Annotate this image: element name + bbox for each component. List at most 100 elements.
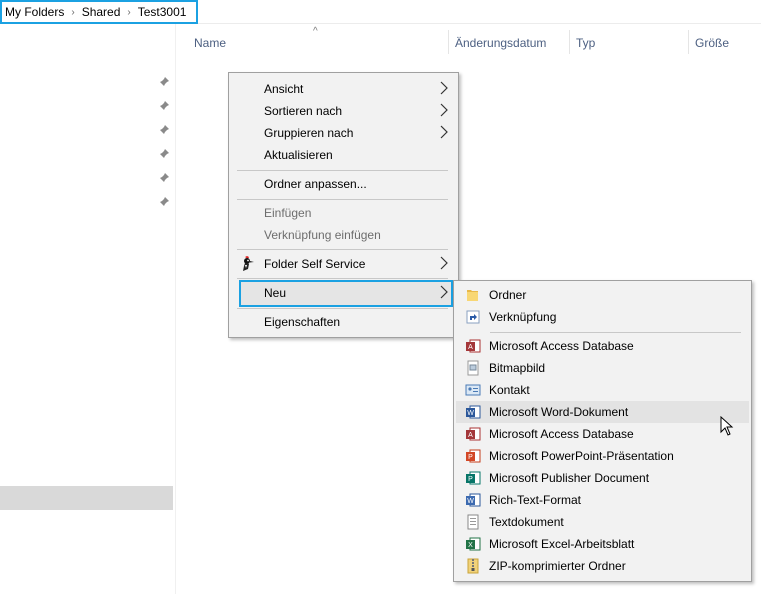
submenu-item-rich-text[interactable]: W Rich-Text-Format xyxy=(456,489,749,511)
breadcrumb-item-shared[interactable]: Shared xyxy=(82,5,121,19)
menu-item-label: Microsoft PowerPoint-Präsentation xyxy=(489,449,674,463)
menu-item-label: Folder Self Service xyxy=(264,257,366,271)
menu-separator xyxy=(237,249,448,250)
nav-selected-item[interactable] xyxy=(0,486,173,510)
submenu-item-powerpoint[interactable]: P Microsoft PowerPoint-Präsentation xyxy=(456,445,749,467)
menu-item-refresh[interactable]: Aktualisieren xyxy=(231,144,456,166)
sort-ascending-icon: ^ xyxy=(313,26,318,37)
breadcrumb-item-my-folders[interactable]: My Folders xyxy=(5,5,64,19)
chevron-right-icon xyxy=(440,81,448,98)
submenu-item-contact[interactable]: Kontakt xyxy=(456,379,749,401)
breadcrumb-item-test3001[interactable]: Test3001 xyxy=(138,5,187,19)
menu-item-label: Ordner xyxy=(489,288,527,302)
submenu-item-word-document[interactable]: W Microsoft Word-Dokument xyxy=(456,401,749,423)
chevron-right-icon xyxy=(440,256,448,273)
svg-text:P: P xyxy=(468,476,473,483)
pin-icon[interactable] xyxy=(158,196,170,208)
bitmap-icon xyxy=(465,360,481,376)
powerpoint-icon: P xyxy=(465,448,481,464)
mouse-cursor-icon xyxy=(720,415,734,436)
pin-icon[interactable] xyxy=(158,124,170,136)
breadcrumb-chevron-icon[interactable]: › xyxy=(71,7,74,18)
context-menu: Ansicht Sortieren nach Gruppieren nach A… xyxy=(228,72,459,338)
access-icon: A xyxy=(465,426,481,442)
menu-item-properties[interactable]: Eigenschaften xyxy=(231,311,456,333)
chevron-right-icon xyxy=(440,103,448,120)
access-icon: A xyxy=(465,338,481,354)
menu-item-label: Textdokument xyxy=(489,515,564,529)
chevron-right-icon xyxy=(440,125,448,142)
menu-item-sort-by[interactable]: Sortieren nach xyxy=(231,100,456,122)
svg-text:W: W xyxy=(467,498,474,505)
submenu-item-bitmap[interactable]: Bitmapbild xyxy=(456,357,749,379)
excel-icon: X xyxy=(465,536,481,552)
column-header-type[interactable]: Typ xyxy=(576,36,595,50)
breadcrumb-chevron-icon[interactable]: › xyxy=(127,7,130,18)
svg-text:A: A xyxy=(468,344,473,351)
column-header-size[interactable]: Größe xyxy=(695,36,729,50)
menu-item-label: Rich-Text-Format xyxy=(489,493,582,507)
menu-item-label: Verknüpfung einfügen xyxy=(264,228,381,242)
address-bar-divider xyxy=(198,23,761,24)
pin-icon[interactable] xyxy=(158,76,170,88)
column-separator[interactable] xyxy=(569,30,570,54)
menu-item-label: Ansicht xyxy=(264,82,304,96)
submenu-item-shortcut[interactable]: Verknüpfung xyxy=(456,306,749,328)
menu-separator xyxy=(237,308,448,309)
pin-icon[interactable] xyxy=(158,148,170,160)
menu-item-label: Ordner anpassen... xyxy=(264,177,367,191)
menu-item-label: Microsoft Publisher Document xyxy=(489,471,650,485)
menu-item-customize-folder[interactable]: Ordner anpassen... xyxy=(231,173,456,195)
new-submenu: Ordner Verknüpfung A Microsoft Access Da… xyxy=(453,280,752,582)
menu-item-label: Neu xyxy=(264,286,287,300)
folder-icon xyxy=(465,287,481,303)
menu-item-label: ZIP-komprimierter Ordner xyxy=(489,559,626,573)
svg-text:P: P xyxy=(468,454,473,461)
menu-item-label: Gruppieren nach xyxy=(264,126,354,140)
contact-icon xyxy=(465,382,481,398)
menu-item-label: Sortieren nach xyxy=(264,104,343,118)
rtf-icon: W xyxy=(465,492,481,508)
menu-item-label: Microsoft Access Database xyxy=(489,427,634,441)
column-separator[interactable] xyxy=(448,30,449,54)
shortcut-icon xyxy=(465,309,481,325)
menu-item-label: Aktualisieren xyxy=(264,148,333,162)
menu-item-label: Microsoft Word-Dokument xyxy=(489,405,629,419)
pin-icon[interactable] xyxy=(158,100,170,112)
submenu-item-excel[interactable]: X Microsoft Excel-Arbeitsblatt xyxy=(456,533,749,555)
column-header-modified[interactable]: Änderungsdatum xyxy=(455,36,546,50)
pin-icon[interactable] xyxy=(158,172,170,184)
menu-item-label: Bitmapbild xyxy=(489,361,546,375)
submenu-item-access-database[interactable]: A Microsoft Access Database xyxy=(456,335,749,357)
svg-text:W: W xyxy=(467,410,474,417)
breadcrumb[interactable]: My Folders › Shared › Test3001 xyxy=(0,0,198,24)
menu-item-paste[interactable]: Einfügen xyxy=(231,202,456,224)
menu-item-group-by[interactable]: Gruppieren nach xyxy=(231,122,456,144)
submenu-item-zip-folder[interactable]: ZIP-komprimierter Ordner xyxy=(456,555,749,577)
submenu-item-publisher[interactable]: P Microsoft Publisher Document xyxy=(456,467,749,489)
menu-separator xyxy=(237,170,448,171)
nav-pane-divider[interactable] xyxy=(175,24,176,594)
menu-item-label: Microsoft Excel-Arbeitsblatt xyxy=(489,537,635,551)
woodpecker-icon xyxy=(239,256,255,272)
menu-item-label: Kontakt xyxy=(489,383,530,397)
menu-separator xyxy=(237,278,448,279)
svg-text:X: X xyxy=(468,542,473,549)
submenu-item-folder[interactable]: Ordner xyxy=(456,284,749,306)
menu-item-label: Verknüpfung xyxy=(489,310,557,324)
column-header-name[interactable]: Name xyxy=(194,36,226,50)
menu-item-folder-self-service[interactable]: Folder Self Service xyxy=(231,253,456,275)
menu-item-label: Eigenschaften xyxy=(264,315,341,329)
text-document-icon xyxy=(465,514,481,530)
zip-folder-icon xyxy=(465,558,481,574)
menu-item-view[interactable]: Ansicht xyxy=(231,78,456,100)
column-separator[interactable] xyxy=(688,30,689,54)
menu-item-label: Einfügen xyxy=(264,206,312,220)
svg-text:A: A xyxy=(468,432,473,439)
menu-item-paste-shortcut[interactable]: Verknüpfung einfügen xyxy=(231,224,456,246)
publisher-icon: P xyxy=(465,470,481,486)
submenu-item-text-document[interactable]: Textdokument xyxy=(456,511,749,533)
submenu-item-access-database-2[interactable]: A Microsoft Access Database xyxy=(456,423,749,445)
word-icon: W xyxy=(465,404,481,420)
menu-item-new[interactable]: Neu xyxy=(231,282,456,304)
